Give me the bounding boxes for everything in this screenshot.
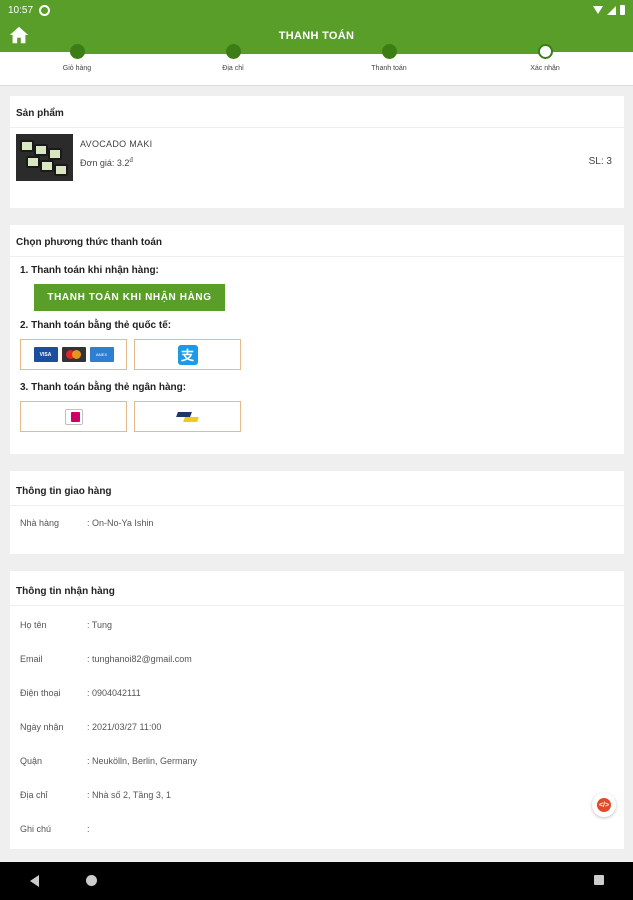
info-value: : 0904042111 — [87, 688, 141, 698]
product-section-title: Sản phẩm — [10, 96, 624, 128]
credit-card-button[interactable]: VISA AMEX — [20, 339, 127, 370]
info-row-restaurant: Nhà hàng : On-No-Ya Ishin — [10, 506, 624, 540]
page-title: THANH TOÁN — [278, 30, 355, 42]
product-quantity: SL: 3 — [588, 156, 612, 167]
info-key: Địa chỉ — [20, 790, 48, 800]
info-value: : On-No-Ya Ishin — [87, 518, 154, 528]
status-time: 10:57 — [8, 4, 34, 16]
step-cart: Giỏ hàng — [37, 44, 117, 72]
info-value: : — [87, 824, 90, 834]
step-confirm: Xác nhận — [505, 44, 585, 72]
info-key: Nhà hàng — [20, 518, 60, 528]
cash-on-delivery-button[interactable]: THANH TOÁN KHI NHẬN HÀNG — [34, 284, 225, 311]
info-row-note: Ghi chú : — [10, 812, 624, 846]
step-address: Địa chỉ — [193, 44, 273, 72]
stepper-line — [77, 51, 545, 54]
info-key: Quận — [20, 756, 43, 766]
product-row: AVOCADO MAKI Đơn giá: 3.2đ SL: 3 — [10, 128, 624, 187]
info-key: Ghi chú — [20, 824, 52, 834]
bancontact-button[interactable] — [134, 401, 241, 432]
battery-icon — [620, 5, 625, 15]
product-price: Đơn giá: 3.2đ — [80, 158, 133, 168]
ideal-icon — [64, 408, 83, 425]
info-row-phone: Điện thoại : 0904042111 — [10, 676, 624, 710]
step-dot — [225, 44, 241, 59]
signal-icon — [607, 5, 616, 15]
recent-apps-icon[interactable] — [594, 875, 604, 885]
delivery-section-title: Thông tin giao hàng — [10, 471, 624, 506]
info-key: Họ tên — [20, 620, 47, 630]
info-row-email: Email : tunghanoi82@gmail.com — [10, 642, 624, 676]
info-row-address: Địa chỉ : Nhà số 2, Tầng 3, 1 — [10, 778, 624, 812]
step-payment: Thanh toán — [349, 44, 429, 72]
step-label: Giỏ hàng — [62, 65, 92, 72]
info-row-date: Ngày nhận : 2021/03/27 11:00 — [10, 710, 624, 744]
info-row-name: Họ tên : Tung — [10, 608, 624, 642]
product-card: Sản phẩm AVOCADO MAKI Đơn giá: 3.2đ SL: … — [10, 96, 624, 208]
payment-section-title: Chọn phương thức thanh toán — [10, 225, 624, 257]
wifi-icon — [593, 6, 603, 14]
cod-option-label: 1. Thanh toán khi nhận hàng: — [20, 265, 159, 276]
mastercard-icon — [61, 347, 86, 362]
step-dot — [69, 44, 85, 59]
home-icon[interactable] — [8, 24, 30, 46]
step-label: Xác nhận — [530, 65, 560, 72]
checkout-stepper: Giỏ hàng Địa chỉ Thanh toán Xác nhận — [0, 44, 633, 86]
step-dot — [381, 44, 397, 59]
payment-method-card: Chọn phương thức thanh toán 1. Thanh toá… — [10, 225, 624, 454]
info-value: : Neukölln, Berlin, Germany — [87, 756, 198, 766]
status-bar: 10:57 — [0, 0, 633, 20]
ideal-button[interactable] — [20, 401, 127, 432]
delivery-info-card: Thông tin giao hàng Nhà hàng : On-No-Ya … — [10, 471, 624, 554]
info-value: : 2021/03/27 11:00 — [87, 722, 162, 732]
code-fab-button[interactable]: </> — [592, 793, 616, 817]
system-nav-bar — [0, 862, 633, 900]
info-key: Ngày nhận — [20, 722, 64, 732]
bancontact-icon — [177, 412, 199, 422]
info-value: : Tung — [87, 620, 113, 630]
code-icon: </> — [597, 798, 611, 812]
step-label: Thanh toán — [371, 65, 407, 72]
info-value: : tunghanoi82@gmail.com — [87, 654, 192, 664]
home-circle-icon[interactable] — [86, 875, 97, 886]
alipay-button[interactable]: 支 — [134, 339, 241, 370]
info-value: : Nhà số 2, Tầng 3, 1 — [87, 790, 171, 800]
info-key: Email — [20, 654, 43, 664]
amex-icon: AMEX — [89, 347, 114, 362]
intl-card-option-label: 2. Thanh toán bằng thẻ quốc tế: — [20, 320, 172, 331]
step-dot — [537, 44, 553, 59]
alipay-icon: 支 — [177, 344, 198, 365]
info-row-district: Quận : Neukölln, Berlin, Germany — [10, 744, 624, 778]
receiver-section-title: Thông tin nhận hàng — [10, 571, 624, 606]
notification-icon — [39, 4, 51, 16]
step-label: Địa chỉ — [222, 65, 244, 72]
receiver-info-card: Thông tin nhận hàng Họ tên : Tung Email … — [10, 571, 624, 849]
back-icon[interactable] — [30, 875, 39, 887]
product-name: AVOCADO MAKI — [80, 139, 153, 149]
product-image — [16, 134, 73, 181]
visa-icon: VISA — [33, 347, 58, 362]
bank-card-option-label: 3. Thanh toán bằng thẻ ngân hàng: — [20, 382, 187, 393]
info-key: Điện thoại — [20, 688, 61, 698]
